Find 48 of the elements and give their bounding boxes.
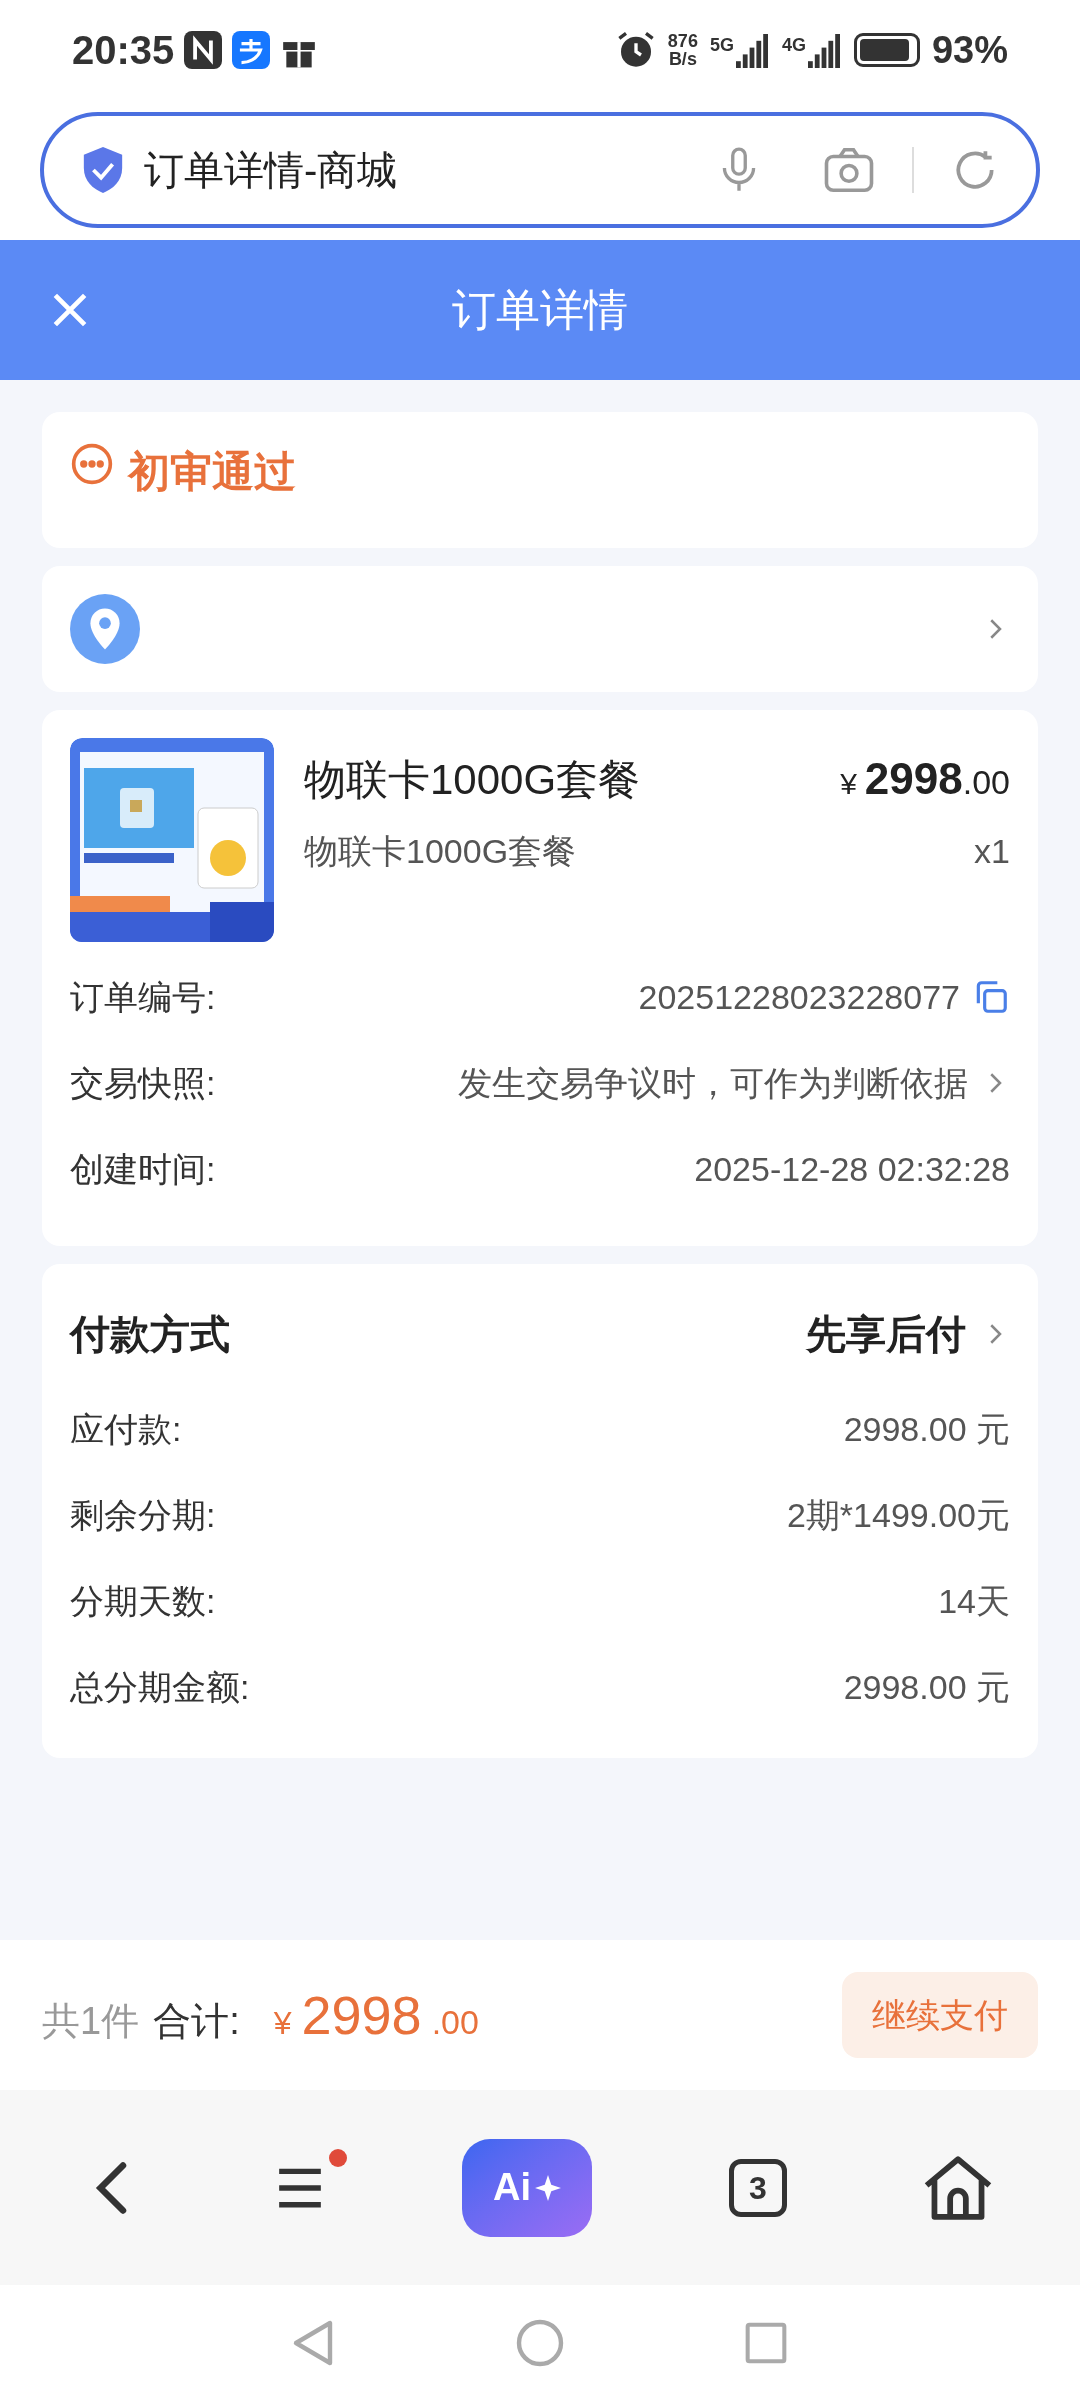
product-quantity: x1: [974, 831, 1010, 872]
payment-label: 分期天数:: [70, 1580, 216, 1622]
payment-value: 14天: [938, 1580, 1010, 1622]
home-icon[interactable]: [923, 2155, 992, 2220]
battery-icon: [853, 33, 920, 67]
battery-percent: 93%: [931, 27, 1008, 73]
signal-icon: [807, 32, 842, 68]
total-label: 合计:: [153, 1998, 240, 2044]
product-name: 物联卡1000G套餐: [304, 755, 641, 805]
info-label: 创建时间:: [70, 1148, 216, 1190]
order-status: 初审通过: [128, 447, 296, 497]
network-speed-unit: B/s: [668, 50, 697, 68]
pending-icon: [70, 442, 114, 486]
header-title: 订单详情: [452, 284, 628, 336]
address-card[interactable]: [42, 566, 1038, 692]
payment-method[interactable]: 先享后付: [806, 1304, 966, 1364]
product-price: ¥ 2998.00: [840, 753, 1010, 805]
payment-label: 剩余分期:: [70, 1494, 216, 1536]
address-bar[interactable]: 订单详情-商城: [40, 112, 1040, 228]
system-recents-icon[interactable]: [744, 2320, 788, 2365]
payment-app-icon: [232, 31, 271, 69]
info-label: 订单编号:: [70, 976, 216, 1018]
system-home-icon[interactable]: [516, 2318, 564, 2367]
network-type: 4G: [781, 34, 806, 57]
info-value: 20251228023228077: [638, 976, 960, 1018]
payment-title: 付款方式: [70, 1311, 230, 1358]
total-amount: ¥ 2998 .00: [273, 1983, 479, 2047]
payment-value: 2998.00 元: [843, 1666, 1010, 1708]
payment-label: 应付款:: [70, 1408, 182, 1450]
clock-time: 20:35: [72, 27, 175, 74]
product-spec: 物联卡1000G套餐: [304, 831, 577, 872]
payment-value: 2期*1499.00元: [786, 1494, 1010, 1536]
item-count: 共1件: [42, 1998, 140, 2044]
info-value: 2025-12-28 02:32:28: [694, 1148, 1010, 1190]
ai-button[interactable]: Ai: [462, 2138, 592, 2237]
payment-label: 总分期金额:: [70, 1666, 250, 1708]
page-title: 订单详情-商城: [144, 147, 399, 194]
tabs-button[interactable]: 3: [728, 2158, 787, 2217]
location-pin-icon: [70, 594, 140, 664]
info-value: 发生交易争议时，可作为判断依据: [458, 1062, 968, 1104]
sparkle-icon: [535, 2174, 561, 2201]
camera-icon[interactable]: [822, 145, 876, 195]
network-type: 5G: [709, 34, 734, 57]
signal-icon: [735, 32, 770, 68]
network-speed: 876: [667, 32, 698, 50]
info-label: 交易快照:: [70, 1062, 216, 1104]
nfc-icon: [184, 31, 223, 69]
payment-value: 2998.00 元: [843, 1408, 1010, 1450]
